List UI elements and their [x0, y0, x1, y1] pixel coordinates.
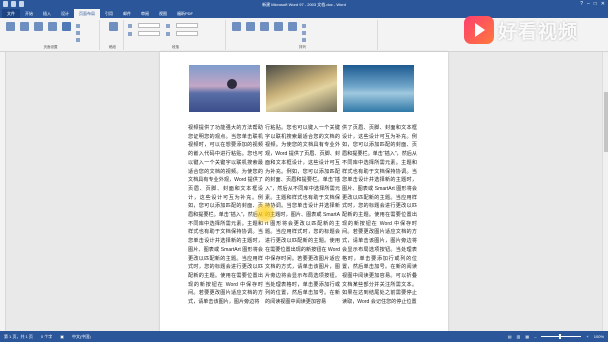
read-mode-icon[interactable]: ▤	[508, 331, 512, 342]
group-paragraph: 段落	[126, 20, 226, 50]
wrap-text-button[interactable]	[244, 22, 256, 40]
size-button[interactable]	[46, 22, 58, 40]
indent-left-icon	[128, 23, 132, 28]
group-page-setup: 页面设置	[2, 20, 100, 50]
title-bar: 新建 Microsoft Word 97 - 2003 文档.doc - Wor…	[0, 0, 608, 9]
web-layout-icon[interactable]: ▦	[525, 331, 529, 342]
columns-button[interactable]	[60, 22, 72, 40]
indent-left-field[interactable]	[138, 23, 160, 28]
zoom-slider-thumb[interactable]	[559, 334, 562, 339]
group-label-paragraph: 段落	[172, 45, 179, 49]
proofing-icon[interactable]: ▣	[60, 331, 64, 342]
mouse-cursor-highlight	[254, 202, 276, 224]
tab-file[interactable]: 文件	[2, 9, 20, 18]
bring-forward-button[interactable]	[258, 22, 270, 40]
hyphenation-button[interactable]	[76, 37, 80, 42]
zoom-out-icon[interactable]: –	[534, 331, 536, 342]
video-watermark: 好看视频	[464, 16, 578, 44]
spacing-before-icon	[166, 23, 170, 28]
tab-view[interactable]: 视图	[154, 9, 172, 18]
vertical-ruler	[0, 52, 6, 331]
play-logo-icon	[464, 16, 494, 44]
language[interactable]: 中文(中国)	[72, 331, 91, 342]
manuscript-settings-button[interactable]	[107, 22, 119, 40]
orientation-button[interactable]	[32, 22, 44, 40]
line-numbers-button[interactable]	[76, 30, 80, 35]
group-label-manuscript: 稿纸	[109, 45, 116, 49]
vertical-scrollbar[interactable]	[602, 52, 608, 331]
zoom-slider[interactable]	[541, 334, 582, 339]
group-arrange: 排列	[228, 20, 378, 50]
scrollbar-thumb[interactable]	[604, 92, 608, 152]
align-button[interactable]	[302, 23, 306, 28]
status-bar: 第 1 页，共 1 页 0 个字 ▣ 中文(中国) ▤ ▥ ▦ – + 100%	[0, 331, 608, 342]
word-count[interactable]: 0 个字	[41, 331, 52, 342]
boat-lake-image[interactable]	[343, 65, 414, 112]
print-layout-icon[interactable]: ▥	[517, 331, 521, 342]
lake-tree-image[interactable]	[189, 65, 260, 112]
document-page[interactable]: 视频提供了功能强大的方法帮助您证明您的观点。当您单击联机视频时，可以在想要添加的…	[160, 52, 448, 331]
word-window: 新建 Microsoft Word 97 - 2003 文档.doc - Wor…	[0, 0, 608, 342]
spacing-after-icon	[166, 31, 170, 36]
text-column-2[interactable]: 行粘贴。您也可以键入一个关键字以联机搜索最适合您的文档的视频。为使您的文档具有专…	[265, 124, 340, 331]
watermark-text: 好看视频	[498, 21, 579, 43]
zoom-in-icon[interactable]: +	[586, 331, 588, 342]
spacing-before-field[interactable]	[176, 23, 198, 28]
window-controls: ? – □ ✕	[580, 0, 605, 9]
tab-home[interactable]: 开始	[20, 9, 38, 18]
indent-right-icon	[128, 31, 132, 36]
tab-design[interactable]: 设计	[56, 9, 74, 18]
help-icon[interactable]: ?	[580, 0, 583, 9]
tree-silhouette	[227, 79, 237, 89]
group-manuscript: 稿纸	[102, 20, 124, 50]
window-title: 新建 Microsoft Word 97 - 2003 文档.doc - Wor…	[262, 2, 346, 7]
breaks-button[interactable]	[76, 23, 80, 28]
group-objects-button[interactable]	[302, 30, 306, 35]
selection-pane-button[interactable]	[286, 22, 298, 40]
indent-right-field[interactable]	[138, 31, 160, 36]
bird-landscape-image[interactable]	[266, 65, 337, 112]
position-button[interactable]	[230, 22, 242, 40]
text-direction-button[interactable]	[4, 22, 16, 40]
send-backward-button[interactable]	[272, 22, 284, 40]
tab-foxit-pdf[interactable]: 福昕PDF	[172, 9, 198, 18]
close-icon[interactable]: ✕	[601, 0, 605, 9]
tab-mailings[interactable]: 邮件	[118, 9, 136, 18]
zoom-level[interactable]: 100%	[594, 331, 604, 342]
spacing-after-field[interactable]	[176, 31, 198, 36]
tab-insert[interactable]: 插入	[38, 9, 56, 18]
tab-review[interactable]: 审阅	[136, 9, 154, 18]
group-label-page-setup: 页面设置	[43, 45, 58, 49]
margins-button[interactable]	[18, 22, 30, 40]
text-column-1[interactable]: 视频提供了功能强大的方法帮助您证明您的观点。当您单击联机视频时，可以在想要添加的…	[188, 124, 263, 331]
text-column-3[interactable]: 供了页眉、页脚、封面和文本框设计，这些设计可互为补充。例如，您可以添加匹配的封面…	[342, 124, 417, 331]
tab-references[interactable]: 引用	[100, 9, 118, 18]
group-label-arrange: 排列	[299, 45, 306, 49]
rotate-button[interactable]	[302, 37, 306, 42]
minimize-icon[interactable]: –	[587, 0, 590, 9]
tab-page-layout[interactable]: 页面布局	[74, 9, 100, 18]
page-count[interactable]: 第 1 页，共 1 页	[4, 331, 33, 342]
maximize-icon[interactable]: □	[594, 0, 597, 9]
